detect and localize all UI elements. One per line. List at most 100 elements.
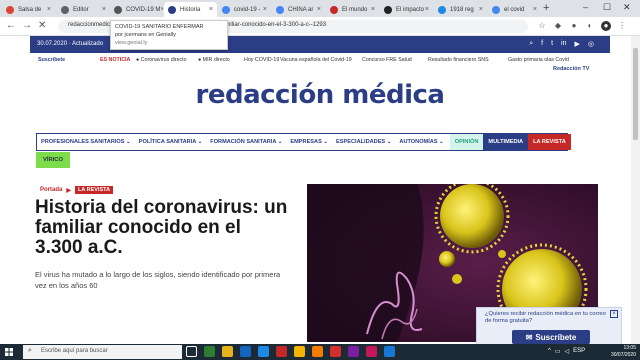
browser-tab[interactable]: Salsa de × [2,2,55,17]
secondary-link[interactable]: Vacuna española del Covid-19 [280,57,352,63]
network-icon[interactable]: ▭ [555,348,561,355]
subscribe-text: ¿Quieres recibir redacción médica en tu … [485,311,606,324]
app-icon[interactable] [348,346,359,357]
youtube-icon[interactable]: ▶ [575,40,580,48]
app-icon[interactable] [312,346,323,357]
stop-icon[interactable]: ✕ [38,20,46,31]
breadcrumb-home[interactable]: Portada [40,187,62,193]
tab-close-icon[interactable]: × [209,6,213,13]
browser-tab[interactable]: 1918 reg × [434,2,487,17]
chrome-icon[interactable] [294,346,305,357]
nav-item[interactable]: ESPECIALIDADES ⌄ [332,139,395,145]
breadcrumb-section[interactable]: LA REVISTA [74,186,114,194]
tab-label: el covid [504,6,525,13]
tab-favicon-icon [438,5,446,14]
tab-close-icon[interactable]: × [479,6,483,13]
nav-item[interactable]: PROFESIONALES SANITARIOS ⌄ [37,139,135,145]
secondary-link[interactable]: Hoy COVID-19 [244,57,279,63]
secondary-link[interactable]: ● Coronavirus directo [136,57,187,63]
secondary-link[interactable]: Concurso FRE Salud [362,57,412,63]
subscribe-button[interactable]: ✉ Suscríbete [512,330,590,344]
tab-label: Editor [73,6,89,13]
forward-icon[interactable]: → [22,20,32,31]
browser-tab[interactable]: El mundo × [326,2,379,17]
maximize-button[interactable]: ☐ [603,2,611,13]
redaccion-tv-link[interactable]: Redacción TV [553,66,589,72]
instagram-icon[interactable]: ◎ [588,40,594,48]
site-logo[interactable]: redacción médica [0,80,640,110]
tooltip-subtitle: por jcermans en Genially [115,32,176,38]
search-icon[interactable]: ⌕ [529,40,533,48]
minimize-button[interactable]: – [583,2,588,12]
close-popup-button[interactable]: × [610,310,618,318]
secondary-link[interactable]: Gasto primaria olas Covid [508,57,569,63]
taskbar-apps [186,346,395,357]
browser-tab[interactable]: Editor × [57,2,110,17]
app-icon[interactable] [276,346,287,357]
browser-tab[interactable]: COVID-19 M × [110,2,163,17]
close-window-button[interactable]: ✕ [623,2,631,13]
browser-tab[interactable]: covid-19 - × [218,2,271,17]
tab-favicon-icon [330,5,338,14]
volume-icon[interactable]: ◁ [565,348,570,355]
scrollbar-thumb[interactable] [633,48,638,140]
browser-tab[interactable]: CHINA ar × [272,2,325,17]
file-explorer-icon[interactable] [222,346,233,357]
secondary-link[interactable]: ES NOTICIA [100,57,130,63]
tab-close-icon[interactable]: × [47,6,51,13]
nav-item[interactable]: POLÍTICA SANITARIA ⌄ [135,139,207,145]
profile-avatar[interactable]: ● [601,21,611,31]
secondary-link[interactable]: ● MIR directo [198,57,230,63]
tab-close-icon[interactable]: × [317,6,321,13]
app-icon[interactable] [366,346,377,357]
tab-close-icon[interactable]: × [160,6,163,13]
windows-start-icon[interactable] [5,348,13,356]
store-icon[interactable] [240,346,251,357]
edge-icon[interactable] [204,346,215,357]
nav-item[interactable]: AUTONOMÍAS ⌄ [395,139,447,145]
tab-favicon-icon [276,5,284,14]
nav-virico[interactable]: VÍRICO [36,152,70,168]
mail-app-icon[interactable] [258,346,269,357]
chevron-up-icon[interactable]: ^ [548,348,551,355]
secondary-link[interactable]: Suscríbete [38,57,65,63]
search-icon: ⌕ [28,347,32,354]
clock[interactable]: 13:05 30/07/2020 [611,345,636,359]
nav-item[interactable]: EMPRESAS ⌄ [286,139,332,145]
menu-icon[interactable]: ⋮ [617,21,627,31]
tab-close-icon[interactable]: × [371,6,375,13]
facebook-icon[interactable]: f [541,40,543,48]
new-tab-button[interactable]: + [543,2,549,14]
article-title: Historia del coronavirus: un familiar co… [35,197,288,258]
language-indicator[interactable]: ESP [573,348,585,355]
extension-icon[interactable]: ◐ [585,21,595,31]
app-icon[interactable] [330,346,341,357]
twitter-icon[interactable]: t [551,40,553,48]
tab-close-icon[interactable]: × [425,6,429,13]
extension-icon[interactable]: ◆ [553,21,563,31]
subscribe-popup: ¿Quieres recibir redacción médica en tu … [476,307,622,345]
extension-icon[interactable]: ● [569,21,579,31]
tab-close-icon[interactable]: × [102,6,106,13]
nav-revista[interactable]: LA REVISTA [528,134,571,150]
back-icon[interactable]: ← [6,20,16,31]
tab-label: CHINA ar [288,6,314,13]
system-tray: ^ ▭ ◁ ESP [548,348,585,355]
nav-multimedia[interactable]: MULTIMEDIA [483,134,529,150]
browser-tab[interactable]: el covid × [488,2,541,17]
nav-item[interactable]: FORMACIÓN SANITARIA ⌄ [206,139,286,145]
star-icon[interactable]: ☆ [537,21,547,31]
browser-tab[interactable]: El impacto × [380,2,433,17]
browser-tab[interactable]: Historia × [164,2,217,17]
word-icon[interactable] [384,346,395,357]
tab-favicon-icon [61,5,69,14]
tooltip-title: COVID-19 SANITARIO ENFERMAR [115,24,204,30]
nav-opinion[interactable]: OPINIÓN [449,134,484,150]
taskbar-search[interactable]: ⌕ Escribe aquí para buscar [23,345,182,359]
linkedin-icon[interactable]: in [561,40,566,48]
page-scrollbar[interactable] [631,36,640,344]
task-view-icon[interactable] [186,346,197,357]
tab-close-icon[interactable]: × [533,6,537,13]
tab-close-icon[interactable]: × [263,6,267,13]
secondary-link[interactable]: Resultado financiero SNS [428,57,489,63]
